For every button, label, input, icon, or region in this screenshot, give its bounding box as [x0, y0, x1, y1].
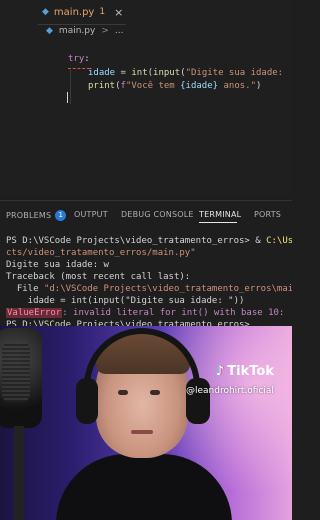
var-idade: idade — [88, 68, 116, 78]
terminal-line: ValueError: invalid literal for int() wi… — [6, 308, 292, 318]
code-editor[interactable]: ◆ main.py 1 × ◆ main.py > ... try: idade… — [0, 0, 292, 195]
paren: ) — [256, 81, 262, 91]
terminal-line: cts/video_tratamento_erros/main.py" — [6, 248, 196, 258]
tiktok-watermark: ♪ TikTok — [216, 364, 274, 379]
fn-print: print — [88, 81, 116, 91]
terminal-line: Traceback (most recent call last): — [6, 272, 191, 282]
indent-guide — [70, 70, 71, 104]
colon: : — [84, 54, 90, 64]
tab-debug-console[interactable]: DEBUG CONSOLE — [121, 210, 194, 219]
active-tab-indicator — [199, 222, 237, 223]
terminal-prompt: PS D:\VSCode Projects\video_tratamento_e… — [6, 236, 267, 246]
headphones-earcup — [76, 378, 98, 424]
microphone-stand — [14, 426, 24, 520]
breadcrumb-file[interactable]: main.py — [59, 26, 95, 36]
breadcrumb-separator: > — [101, 26, 109, 36]
microphone-grille — [2, 342, 30, 402]
terminal-output[interactable]: PS D:\VSCode Projects\video_tratamento_e… — [0, 226, 292, 336]
tab-problems-label: PROBLEMS — [6, 211, 52, 220]
terminal-line: File "d:\VSCode Projects\video_tratament… — [6, 284, 292, 294]
panel-tab-bar: PROBLEMS 1 OUTPUT DEBUG CONSOLE TERMINAL… — [0, 200, 292, 227]
tab-filename: main.py — [53, 6, 95, 18]
headphones-earcup — [186, 378, 210, 424]
breadcrumb: ◆ main.py > ... — [46, 26, 123, 36]
tab-error-count: 1 — [99, 7, 106, 17]
fstring-var: {idade} — [180, 81, 219, 91]
error-squiggle — [68, 66, 90, 69]
tiktok-icon: ♪ — [216, 364, 225, 379]
fn-input: input — [153, 68, 181, 78]
string-part: "Você tem — [125, 81, 181, 91]
tab-main-py[interactable]: ◆ main.py 1 × — [38, 0, 126, 25]
operator-assign: = — [115, 68, 132, 78]
code-line-input: idade = int(input("Digite sua idade: — [88, 68, 289, 78]
text-cursor — [67, 92, 68, 103]
tab-terminal[interactable]: TERMINAL — [199, 210, 241, 219]
python-file-icon: ◆ — [46, 26, 53, 36]
tab-problems[interactable]: PROBLEMS 1 — [6, 210, 67, 221]
traceback-file-path[interactable]: "d:\VSCode Projects\video_tratamento_err… — [44, 284, 292, 294]
webcam-video — [0, 326, 292, 520]
terminal-command-path: cts/video_tratamento_erros/main.py" — [6, 248, 196, 258]
breadcrumb-more[interactable]: ... — [115, 26, 124, 36]
code-line-try: try: — [68, 54, 90, 64]
terminal-command-path: C:\User — [266, 236, 292, 246]
tiktok-handle: @leandrohirt.oficial — [186, 386, 274, 396]
keyword-try: try — [68, 54, 85, 64]
code-line-print: print(f"Você tem {idade} anos.") — [88, 81, 261, 91]
tab-ports[interactable]: PORTS — [254, 210, 281, 219]
string-part: anos." — [218, 81, 256, 91]
traceback-file-prefix: File — [6, 284, 44, 294]
python-file-icon: ◆ — [42, 7, 49, 17]
close-icon[interactable]: × — [114, 6, 123, 19]
tab-output[interactable]: OUTPUT — [74, 210, 108, 219]
problems-count-badge: 1 — [55, 210, 67, 221]
person-mouth — [131, 430, 153, 434]
tiktok-wordmark: TikTok — [227, 364, 274, 379]
string-prompt: "Digite sua idade: — [185, 68, 289, 78]
error-message: : invalid literal for int() with base 10… — [62, 308, 292, 318]
error-type-label: ValueError — [6, 308, 63, 318]
terminal-line: idade = int(input("Digite sua idade: ")) — [6, 296, 245, 306]
terminal-line: Digite sua idade: w — [6, 260, 109, 270]
fn-int: int — [131, 68, 148, 78]
terminal-line: PS D:\VSCode Projects\video_tratamento_e… — [6, 236, 292, 246]
microphone — [0, 328, 42, 428]
